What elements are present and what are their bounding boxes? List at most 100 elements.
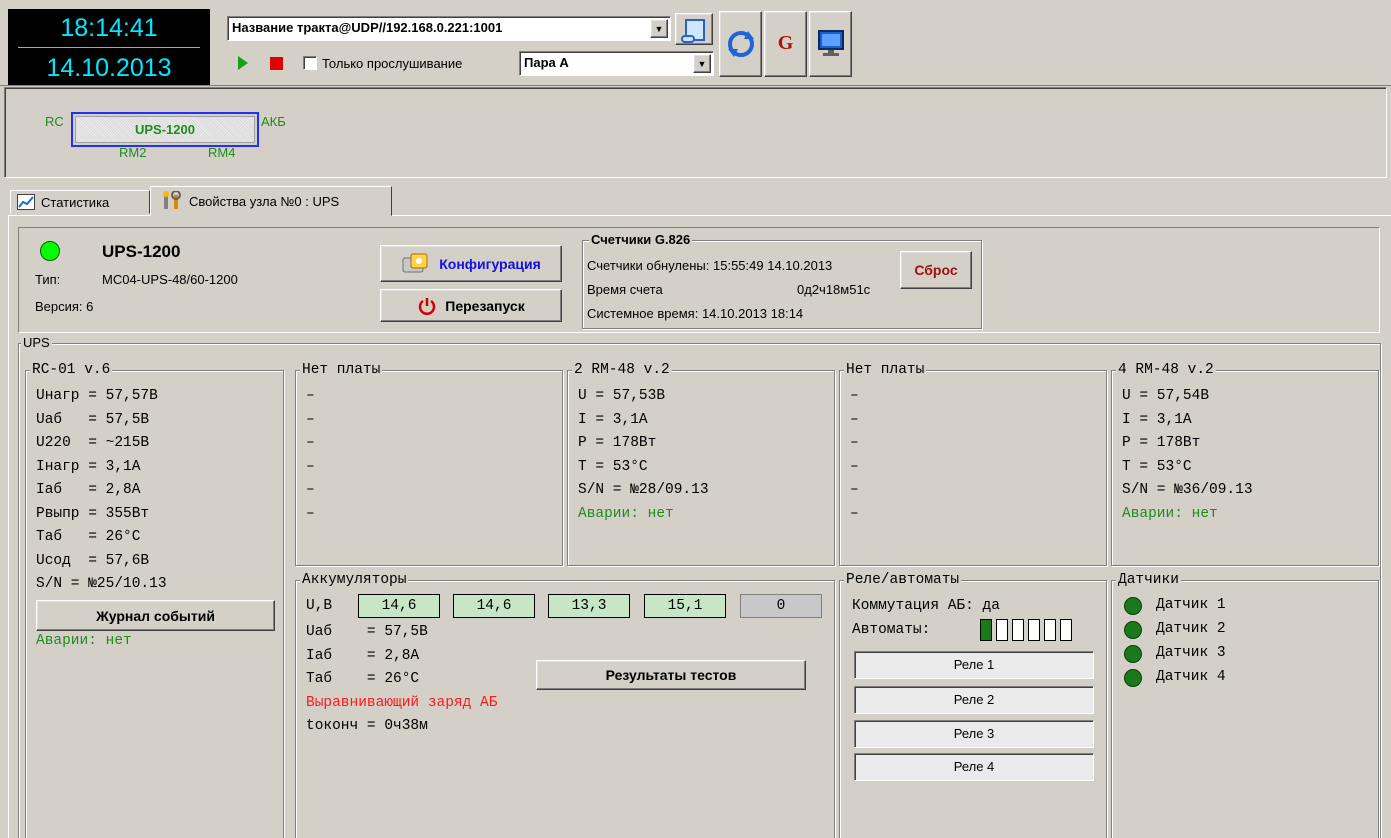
pair-select[interactable]: Пара А ▼: [519, 51, 714, 76]
power-icon: [419, 297, 436, 315]
slot-2-line: I = 3,1А: [578, 411, 648, 428]
monitor-icon: [818, 30, 844, 56]
slot-4-line: S/N = №36/09.13: [1122, 482, 1253, 498]
config-button-label: Конфигурация: [439, 255, 541, 272]
rc-module: RC-01 v.6 Uнагр = 57,57В Uаб = 57,5В U22…: [25, 362, 284, 838]
sensor-led: [1124, 645, 1142, 663]
refresh-button[interactable]: [719, 11, 762, 77]
restart-button-label: Перезапуск: [445, 297, 525, 314]
slot-1-line: –: [306, 388, 315, 404]
breaker-off: [1044, 619, 1056, 641]
count-time-value: 0д2ч18м51с: [797, 282, 871, 297]
sensors-title: Датчики: [1116, 572, 1181, 588]
listen-only-checkbox[interactable]: [303, 56, 317, 70]
reset-button-label: Сброс: [914, 262, 958, 278]
clock-divider: [18, 47, 200, 48]
batteries-title: Аккумуляторы: [300, 572, 409, 588]
rc-line: S/N = №25/10.13: [36, 576, 167, 592]
slot-4-title: 4 RM-48 v.2: [1116, 362, 1216, 378]
topology-node-label: UPS-1200: [135, 122, 195, 137]
tab-statistics[interactable]: Статистика: [10, 190, 150, 214]
slot-4-alarms: Аварии: нет: [1122, 505, 1218, 522]
sensor-label: Датчик 4: [1156, 669, 1226, 685]
breaker-on: [980, 619, 992, 641]
slot-3-module: Нет платы – – – – – –: [839, 362, 1107, 566]
relay-2: Реле 2: [854, 686, 1094, 714]
breaker-off: [1028, 619, 1040, 641]
battery-line: Tаб = 26°C: [306, 671, 420, 687]
config-icon: [402, 253, 428, 272]
open-trace-button[interactable]: [675, 13, 713, 45]
sensor-led: [1124, 597, 1142, 615]
topology-left-label: RC: [45, 114, 64, 129]
slot-3-line: –: [850, 482, 859, 498]
tab-node-properties[interactable]: Свойства узла №0 : UPS: [150, 186, 392, 216]
tab-statistics-label: Статистика: [41, 195, 110, 210]
battery-u-label: U,В: [306, 598, 333, 614]
relay-4: Реле 4: [854, 753, 1094, 781]
rc-line: Iнагр = 3,1А: [36, 458, 141, 475]
pair-value: Пара А: [524, 55, 569, 70]
breakers-label: Автоматы:: [852, 621, 931, 638]
restart-button[interactable]: Перезапуск: [380, 289, 562, 322]
slot-4-module: 4 RM-48 v.2 U = 57,54В I = 3,1А P = 178В…: [1111, 362, 1379, 566]
rc-line: Uаб = 57,5В: [36, 411, 150, 428]
tab-strip: Статистика Свойства узла №0 : UPS: [8, 186, 1391, 216]
battery-cell: 14,6: [453, 594, 535, 618]
tools-icon: [163, 191, 181, 209]
battery-cell: 15,1: [644, 594, 726, 618]
sensor-led: [1124, 621, 1142, 639]
rc-line: U220 = ~215В: [36, 435, 150, 451]
slot-4-line: U = 57,54В: [1122, 388, 1210, 404]
channel-select[interactable]: Название тракта@UDP//192.168.0.221:1001 …: [227, 16, 671, 41]
slot-3-line: –: [850, 411, 859, 428]
test-results-button[interactable]: Результаты тестов: [536, 660, 806, 690]
sensor-led: [1124, 669, 1142, 687]
g826-button[interactable]: G: [764, 11, 807, 77]
slot-2-line: T = 53°C: [578, 458, 648, 475]
battery-cell: 13,3: [548, 594, 630, 618]
sensors-module: Датчики Датчик 1 Датчик 2 Датчик 3 Датчи…: [1111, 572, 1379, 838]
slot-2-line: U = 57,53В: [578, 388, 666, 404]
count-time-label: Время счета: [587, 282, 663, 297]
slot-3-line: –: [850, 505, 859, 522]
chevron-down-icon[interactable]: ▼: [693, 54, 711, 73]
batteries-module: Аккумуляторы U,В 14,6 14,6 13,3 15,1 0 U…: [295, 572, 835, 838]
slot-1-line: –: [306, 458, 315, 475]
slot-1-module: Нет платы – – – – – –: [295, 362, 563, 566]
node-version: Версия: 6: [35, 299, 94, 314]
test-results-button-label: Результаты тестов: [605, 667, 737, 683]
slot-1-line: –: [306, 435, 315, 451]
slot-2-line: P = 178Вт: [578, 435, 657, 451]
sensor-label: Датчик 3: [1156, 645, 1226, 661]
battery-line: Iаб = 2,8А: [306, 647, 420, 664]
play-icon[interactable]: [238, 56, 248, 70]
sensor-label: Датчик 1: [1156, 597, 1226, 613]
chevron-down-icon[interactable]: ▼: [650, 19, 668, 38]
system-time: Системное время: 14.10.2013 18:14: [587, 306, 804, 321]
journal-button[interactable]: Журнал событий: [36, 600, 275, 631]
slot-1-line: –: [306, 482, 315, 498]
breaker-off: [996, 619, 1008, 641]
sensor-label: Датчик 2: [1156, 621, 1226, 637]
topology-bottom-left-label: RM2: [119, 145, 147, 160]
reset-button[interactable]: Сброс: [900, 251, 972, 289]
stop-icon[interactable]: [270, 57, 283, 70]
battery-cell: 14,6: [358, 594, 440, 618]
battery-line: Uаб = 57,5В: [306, 624, 428, 640]
tab-node-properties-label: Свойства узла №0 : UPS: [189, 194, 340, 209]
clock-time: 18:14:41: [60, 14, 158, 42]
clock-panel: 18:14:41 14.10.2013: [8, 9, 210, 85]
topology-node[interactable]: UPS-1200: [71, 112, 259, 147]
listen-only-label: Только прослушивание: [322, 56, 463, 71]
topology-right-label: АКБ: [261, 114, 286, 129]
monitor-button[interactable]: [809, 11, 852, 77]
slot-4-line: I = 3,1А: [1122, 411, 1192, 428]
relays-title: Реле/автоматы: [844, 572, 962, 588]
slot-3-line: –: [850, 388, 859, 404]
node-type-label: Тип:: [35, 272, 61, 287]
status-led: [40, 241, 60, 261]
chart-icon: [17, 194, 35, 210]
config-button[interactable]: Конфигурация: [380, 245, 562, 282]
clock-date: 14.10.2013: [46, 54, 172, 82]
